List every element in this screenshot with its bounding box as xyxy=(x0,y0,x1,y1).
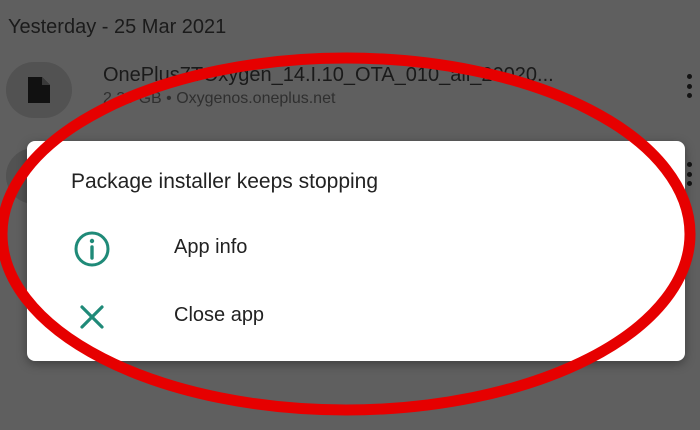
close-icon xyxy=(72,299,112,335)
dialog-title: Package installer keeps stopping xyxy=(71,170,379,193)
info-icon xyxy=(72,231,112,267)
file-icon xyxy=(6,62,72,118)
app-info-action[interactable]: App info xyxy=(27,221,685,277)
close-app-label: Close app xyxy=(174,304,265,326)
more-options-icon[interactable] xyxy=(684,74,694,98)
crash-dialog: Package installer keeps stopping App inf… xyxy=(27,141,685,361)
section-header: Yesterday - 25 Mar 2021 xyxy=(8,16,227,38)
file-name: OnePlus7TOxygen_14.I.10_OTA_010_all_2002… xyxy=(103,64,554,86)
file-meta: 2.39 GB • Oxygenos.oneplus.net xyxy=(103,90,336,107)
close-app-action[interactable]: Close app xyxy=(27,289,685,345)
app-info-label: App info xyxy=(174,236,248,258)
more-options-icon[interactable] xyxy=(684,162,694,186)
file-row[interactable]: OnePlus7TOxygen_14.I.10_OTA_010_all_2002… xyxy=(0,62,700,124)
